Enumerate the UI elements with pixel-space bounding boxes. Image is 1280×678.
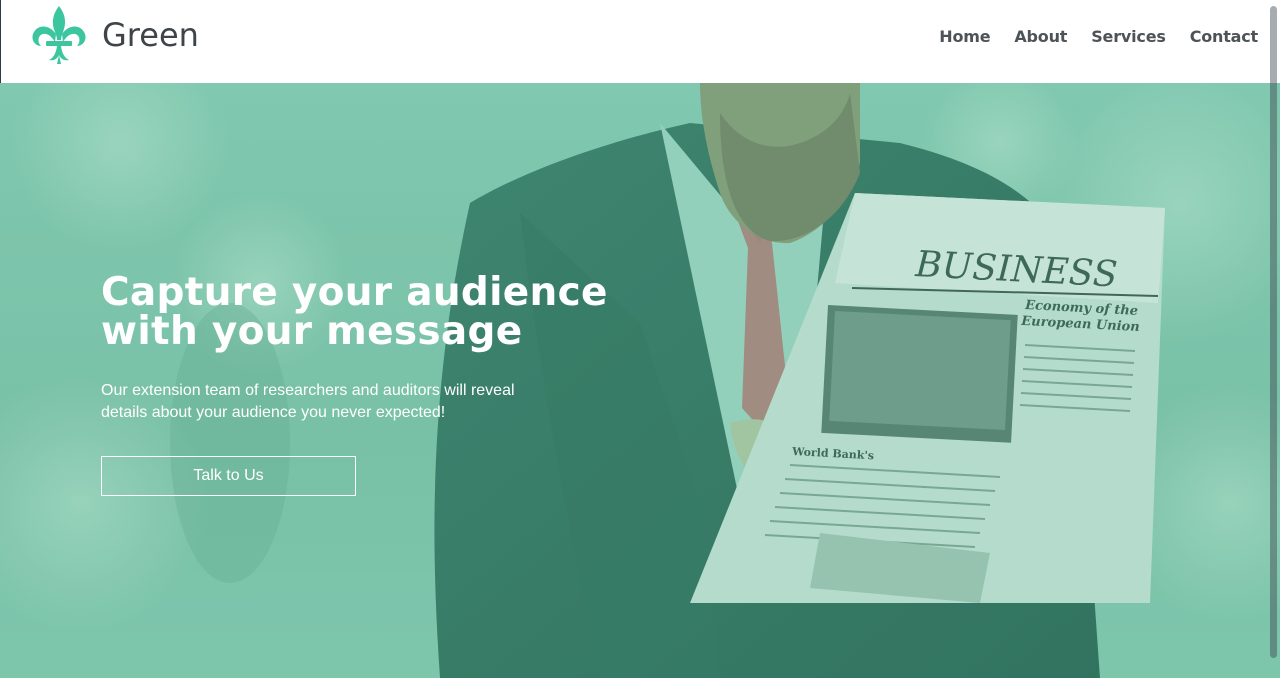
- hero-title: Capture your audience with your message: [101, 270, 608, 354]
- main-nav: Home About Services Contact: [915, 25, 1258, 49]
- nav-about-link[interactable]: About: [1014, 25, 1067, 49]
- logo[interactable]: [29, 4, 89, 66]
- page-scrollbar[interactable]: [1268, 0, 1280, 678]
- hero-section: BUSINESS Economy of the European Union W…: [0, 83, 1280, 678]
- talk-to-us-button[interactable]: Talk to Us: [101, 456, 356, 496]
- nav-contact-link[interactable]: Contact: [1190, 25, 1259, 49]
- nav-home-link[interactable]: Home: [939, 25, 990, 49]
- scrollbar-thumb[interactable]: [1270, 6, 1277, 658]
- site-header: Green Home About Services Contact: [0, 0, 1280, 83]
- nav-services-link[interactable]: Services: [1091, 25, 1166, 49]
- hero-content: Capture your audience with your message …: [101, 273, 661, 496]
- fleur-de-lis-icon: [32, 6, 86, 64]
- brand-name[interactable]: Green: [102, 15, 199, 55]
- hero-subtitle: Our extension team of researchers and au…: [101, 382, 515, 421]
